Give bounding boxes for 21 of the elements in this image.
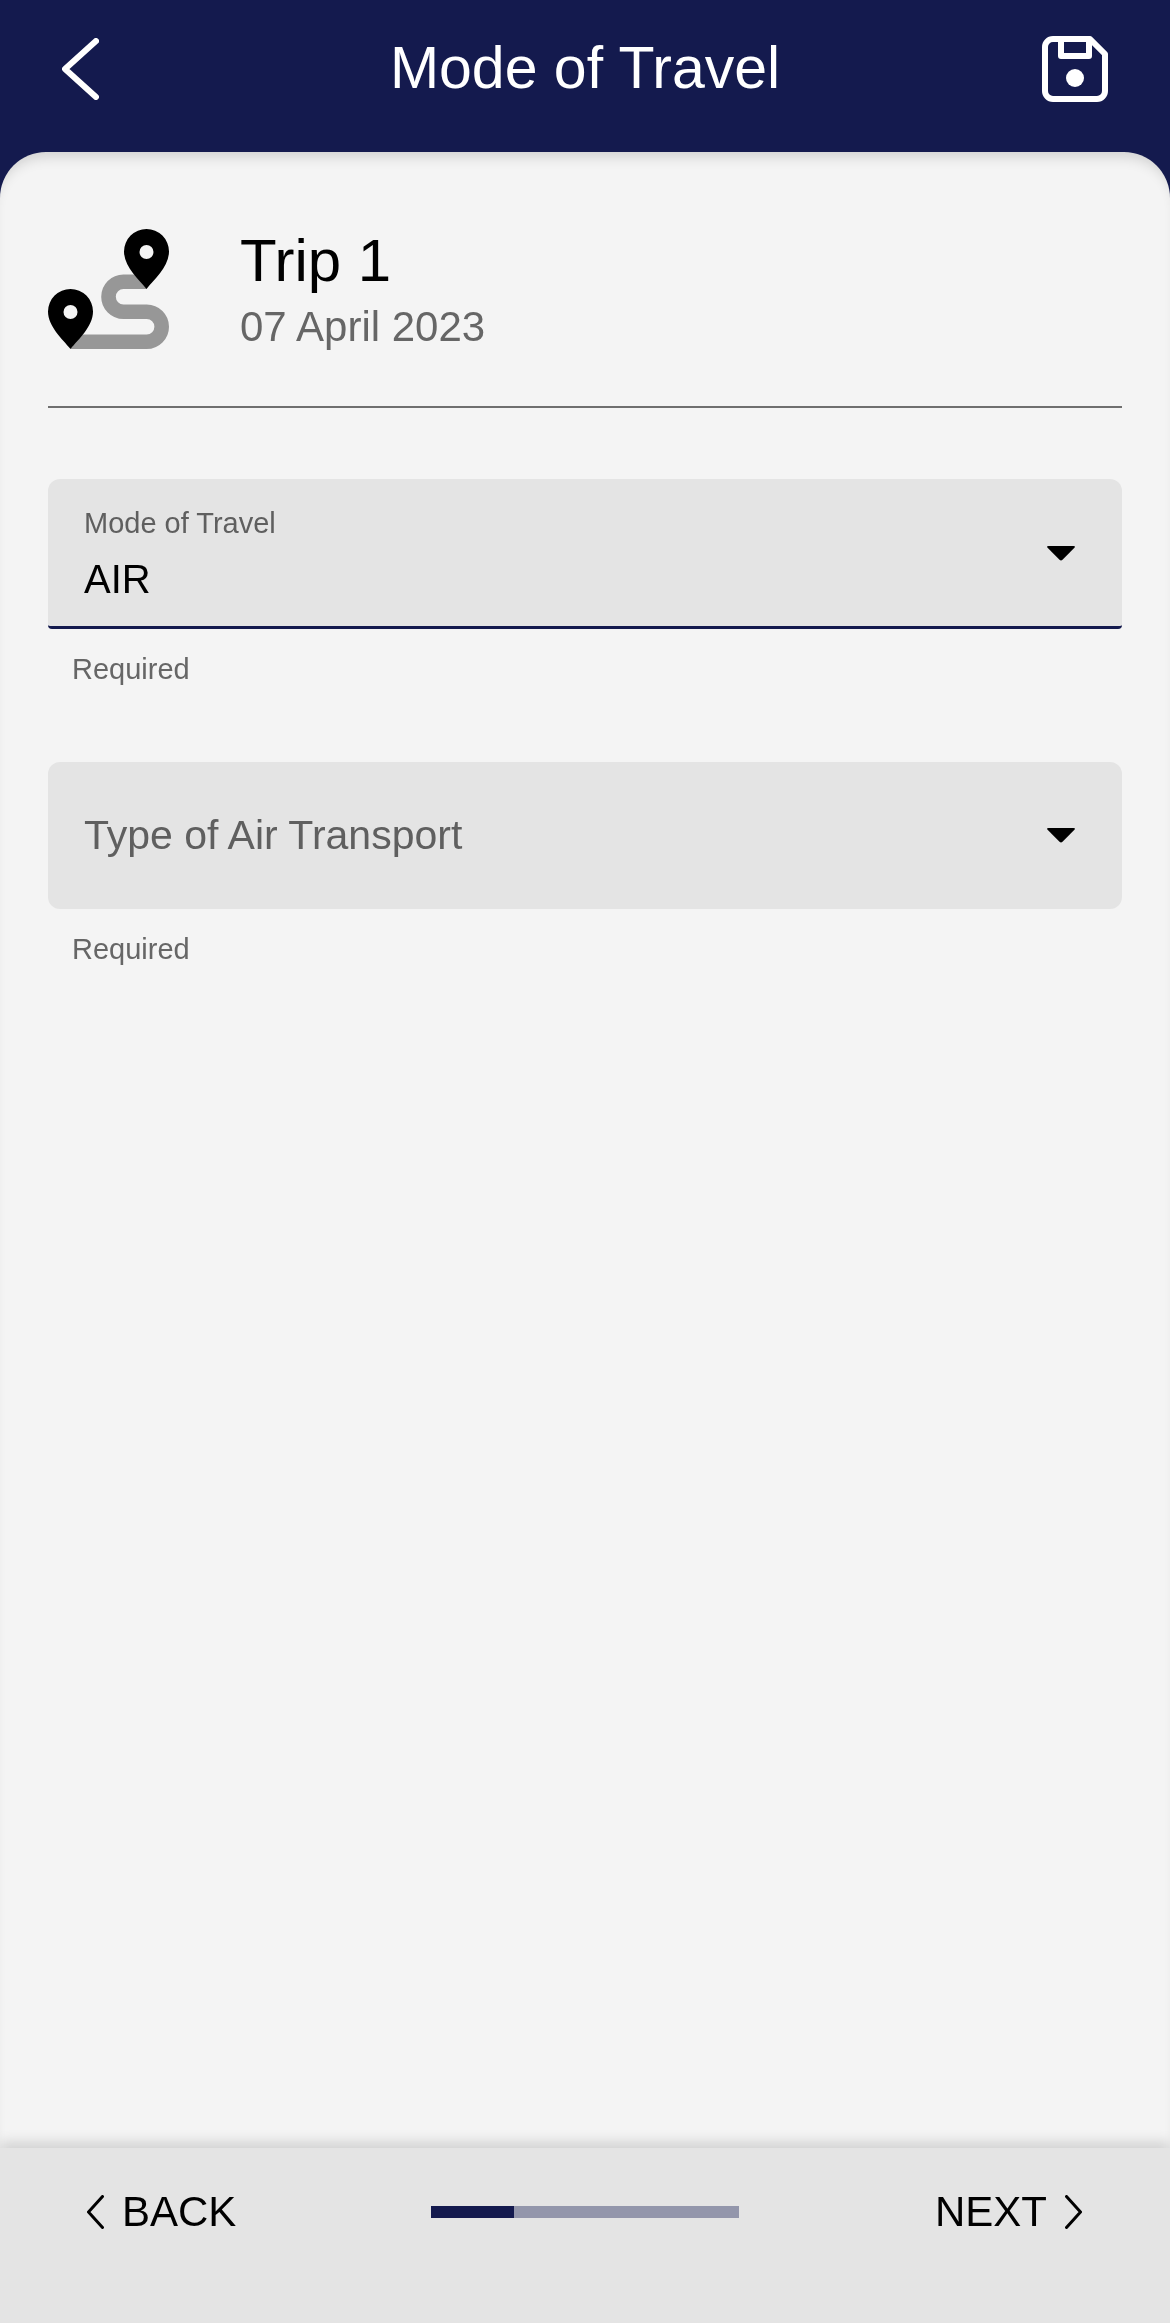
save-button[interactable]	[1042, 36, 1108, 102]
caret-down-icon	[1046, 826, 1076, 845]
helper-text: Required	[72, 653, 190, 687]
chevron-left-icon	[87, 2195, 104, 2229]
field-value: AIR	[84, 555, 152, 602]
chevron-right-icon	[1065, 2195, 1082, 2229]
back-button[interactable]	[62, 38, 99, 100]
chevron-left-icon	[62, 38, 99, 100]
trip-date: 07 April 2023	[240, 303, 486, 352]
page-title: Mode of Travel	[389, 35, 781, 103]
helper-text: Required	[72, 932, 190, 966]
dropdown-field[interactable]: Type of Air Transport	[48, 761, 1122, 909]
field-label: Mode of Travel	[84, 506, 276, 540]
back-button[interactable]: BACK	[87, 2187, 237, 2237]
field-placeholder: Type of Air Transport	[84, 811, 463, 859]
dropdown-field[interactable]: Mode of Travel AIR	[48, 479, 1122, 630]
caret-down-icon	[1046, 543, 1076, 562]
next-button[interactable]: NEXT	[935, 2187, 1082, 2237]
route-icon	[48, 228, 169, 349]
save-icon	[1042, 36, 1108, 102]
trip-title: Trip 1	[240, 226, 393, 295]
